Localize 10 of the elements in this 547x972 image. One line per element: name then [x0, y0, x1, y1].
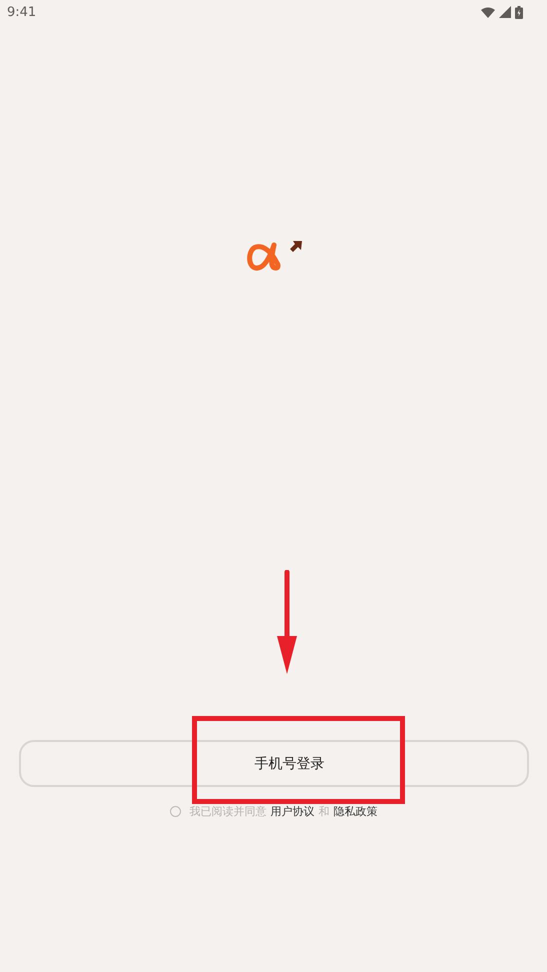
user-agreement-link[interactable]: 用户协议: [270, 804, 314, 819]
conjunction-text: 和: [318, 804, 330, 819]
wifi-icon: [481, 6, 495, 18]
battery-icon: [515, 6, 523, 18]
status-time: 9:41: [7, 4, 36, 20]
signal-icon: [499, 6, 511, 18]
agreement-text: 我已阅读并同意: [190, 804, 266, 819]
phone-login-button[interactable]: 手机号登录: [18, 740, 528, 787]
privacy-policy-link[interactable]: 隐私政策: [334, 804, 378, 819]
agreement-radio[interactable]: [170, 806, 180, 817]
